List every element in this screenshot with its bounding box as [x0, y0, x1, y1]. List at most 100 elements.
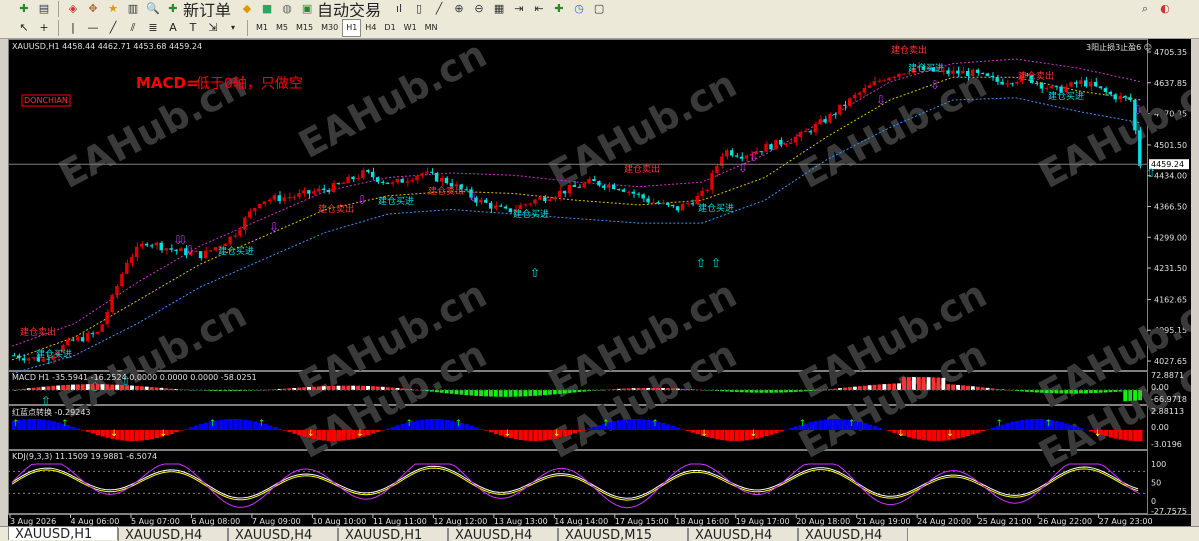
candle-body	[764, 144, 768, 152]
candle-body	[71, 339, 75, 341]
macd-bar	[1059, 390, 1064, 394]
chart-tab[interactable]: XAUUSD,H1	[338, 528, 448, 541]
candle-body	[961, 70, 965, 74]
macd-bar	[346, 385, 351, 390]
zoom-out-icon[interactable]: ⊖	[471, 1, 487, 17]
redblue-bar	[321, 430, 327, 441]
search-icon[interactable]: ⌕	[1137, 1, 1153, 17]
macd-bar	[892, 383, 897, 390]
chart-tab[interactable]: XAUUSD,H1	[8, 527, 118, 540]
bar-chart-icon[interactable]: ıl	[391, 1, 407, 17]
market-icon[interactable]: ■	[259, 1, 275, 17]
chart-tab[interactable]: XAUUSD,H4	[228, 528, 338, 541]
timeframe-d1[interactable]: D1	[380, 19, 399, 37]
redblue-bar	[1088, 430, 1094, 432]
candle-chart-icon[interactable]: ▯	[411, 1, 427, 17]
fibonacci-icon[interactable]: ≣	[145, 20, 161, 36]
strategy-tester-icon[interactable]: 🔍	[145, 1, 161, 17]
redblue-bar	[1128, 430, 1133, 441]
templates-icon[interactable]: ▢	[591, 1, 607, 17]
price-chart[interactable]: 4705.35 4637.85 4570.35 4501.50 4434.00 4366.…	[8, 32, 1199, 526]
text-label-icon[interactable]: T	[185, 20, 201, 36]
dropdown-arrow-icon[interactable]: ▾	[225, 20, 241, 36]
navigator-icon[interactable]: ✥	[85, 1, 101, 17]
redblue-bar	[533, 430, 538, 441]
redblue-bar	[1020, 420, 1025, 430]
timeframe-mn[interactable]: MN	[421, 19, 442, 37]
top-right-label: 3阳止损3止盈6 ☺	[1086, 42, 1152, 52]
redblue-bar	[1079, 428, 1084, 430]
redblue-bar	[75, 428, 81, 430]
market-watch-icon[interactable]: ◈	[65, 1, 81, 17]
candle-body	[503, 206, 508, 209]
auto-trade-button[interactable]: 自动交易	[317, 0, 381, 18]
crosshair-icon[interactable]: +	[36, 20, 52, 36]
right-scrollbar[interactable]	[1191, 39, 1199, 526]
candle-body	[1010, 83, 1014, 85]
indicators-icon[interactable]: ✚	[551, 1, 567, 17]
chart-tab[interactable]: XAUUSD,H4	[448, 528, 558, 541]
signal-label-buy: 建仓买进	[218, 245, 254, 257]
channel-icon[interactable]: ⫽	[125, 20, 141, 36]
terminal-icon[interactable]: ▥	[125, 1, 141, 17]
cursor-icon[interactable]: ↖	[16, 20, 32, 36]
timeframe-m5[interactable]: M5	[272, 19, 292, 37]
plus-icon[interactable]: ✚	[165, 1, 181, 17]
redblue-bar	[218, 419, 223, 430]
redblue-bar	[1054, 421, 1059, 430]
vertical-line-icon[interactable]: |	[65, 20, 81, 36]
timeframe-m30[interactable]: M30	[317, 19, 342, 37]
up-signal-icon: ↑	[1045, 419, 1053, 429]
redblue-bar	[666, 424, 671, 430]
kdj-line-j	[11, 463, 1139, 509]
macd-bar	[1054, 390, 1059, 394]
favorites-icon[interactable]: ★	[105, 1, 121, 17]
timeframe-h4[interactable]: H4	[361, 19, 380, 37]
redblue-bar	[616, 420, 622, 430]
redblue-bar	[71, 426, 76, 430]
arrows-icon[interactable]: ⇲	[205, 20, 221, 36]
candle-body	[169, 248, 173, 250]
redblue-bar	[695, 430, 700, 435]
candle-body	[798, 131, 803, 138]
chart-tab[interactable]: XAUUSD,H4	[798, 528, 908, 541]
candle-body	[238, 229, 242, 236]
autoscroll-icon[interactable]: ⇥	[511, 1, 527, 17]
horizontal-line-icon[interactable]: —	[85, 20, 101, 36]
candle-body	[656, 202, 660, 204]
sell-arrow-icon: ⇩	[468, 190, 478, 204]
timeframe-m15[interactable]: M15	[292, 19, 317, 37]
chart-shift-icon[interactable]: ⇤	[531, 1, 547, 17]
timeframe-m1[interactable]: M1	[252, 19, 272, 37]
redblue-bar	[31, 419, 37, 430]
redblue-bar	[80, 430, 86, 431]
candle-body	[439, 177, 444, 182]
chart-tab[interactable]: XAUUSD,M15	[558, 528, 688, 541]
candle-body	[302, 190, 306, 194]
chart-tab[interactable]: XAUUSD,H4	[688, 528, 798, 541]
new-order-button[interactable]: 新订单	[183, 0, 231, 18]
redblue-bar	[975, 430, 981, 433]
metaeditor-icon[interactable]: ◆	[239, 1, 255, 17]
down-signal-icon: ↓	[750, 429, 758, 439]
chart-tab[interactable]: XAUUSD,H4	[118, 528, 228, 541]
trendline-icon[interactable]: ╱	[105, 20, 121, 36]
signals-icon[interactable]: ◍	[279, 1, 295, 17]
redblue-bar	[488, 430, 494, 433]
profiles-icon[interactable]: ▤	[36, 1, 52, 17]
kdj-tick-label: 100	[1151, 460, 1166, 469]
redblue-bar	[641, 419, 646, 430]
redblue-bar	[223, 419, 228, 430]
timeframe-h1[interactable]: H1	[342, 18, 362, 37]
timeframe-w1[interactable]: W1	[400, 19, 421, 37]
candle-body	[725, 150, 729, 157]
text-icon[interactable]: A	[165, 20, 181, 36]
auto-trading-icon[interactable]: ▣	[299, 1, 315, 17]
new-chart-icon[interactable]: ✚	[16, 1, 32, 17]
community-icon[interactable]: ◐	[1157, 1, 1173, 17]
macd-bar	[897, 383, 902, 390]
zoom-in-icon[interactable]: ⊕	[451, 1, 467, 17]
tile-icon[interactable]: ▦	[491, 1, 507, 17]
periods-icon[interactable]: ◷	[571, 1, 587, 17]
line-chart-icon[interactable]: ╱	[431, 1, 447, 17]
